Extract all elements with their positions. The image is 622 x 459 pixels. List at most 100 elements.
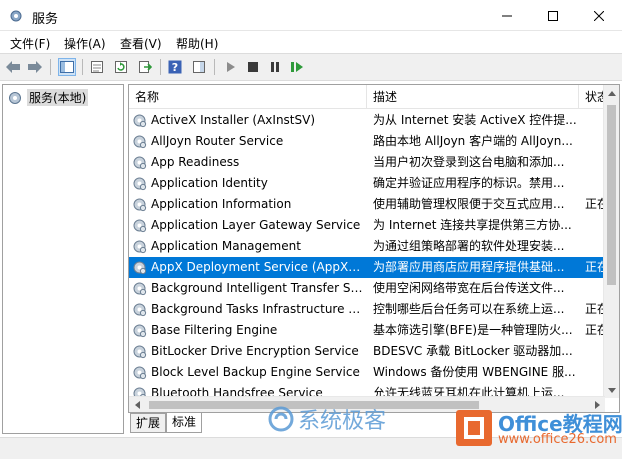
console-tree: 服务(本地) xyxy=(2,84,124,434)
play-icon xyxy=(227,62,235,72)
maximize-button[interactable] xyxy=(530,0,576,31)
service-description: 当用户初次登录到这台电脑和添加... xyxy=(373,155,565,169)
service-description: 确定并验证应用程序的标识。禁用... xyxy=(373,176,565,190)
export-icon xyxy=(139,61,152,73)
help-icon: ? xyxy=(168,60,182,74)
office-logo-icon xyxy=(456,410,492,446)
vertical-scroll-thumb[interactable] xyxy=(607,105,616,285)
table-row[interactable]: Base Filtering Engine 基本筛选引擎(BFE)是一种管理防火.… xyxy=(129,320,609,341)
service-description: 路由本地 AllJoyn 客户端的 AllJoyn... xyxy=(373,134,573,148)
brand-url: www.office26.com xyxy=(498,432,617,447)
table-row[interactable]: Application Information 使用辅助管理权限便于交互式应用..… xyxy=(129,194,609,215)
service-gear-icon xyxy=(133,114,147,128)
table-row[interactable]: App Readiness 当用户初次登录到这台电脑和添加... xyxy=(129,152,605,173)
menu-view[interactable]: 查看(V) xyxy=(120,35,162,52)
table-row[interactable]: Background Intelligent Transfer Se... 使用空… xyxy=(129,278,605,299)
menu-action[interactable]: 操作(A) xyxy=(64,35,106,52)
service-description: 控制哪些后台任务可以在系统上运... xyxy=(373,302,565,316)
tree-item-services-local[interactable]: 服务(本地) xyxy=(7,89,89,106)
show-hide-console-tree-button[interactable] xyxy=(58,58,76,76)
services-list: 名称 描述 状态 ActiveX Installer (AxInstSV) 为从 … xyxy=(128,84,620,413)
scroll-left-arrow[interactable] xyxy=(129,397,145,412)
scroll-up-arrow[interactable] xyxy=(604,85,619,101)
column-header-name[interactable]: 名称 xyxy=(129,85,367,109)
service-name: Application Information xyxy=(151,197,292,211)
service-name: Background Intelligent Transfer Se... xyxy=(151,281,366,295)
restart-icon xyxy=(291,62,303,72)
minimize-button[interactable] xyxy=(484,0,530,31)
tree-item-label: 服务(本地) xyxy=(27,89,89,106)
table-row[interactable]: Block Level Backup Engine Service Windows… xyxy=(129,362,605,383)
service-name: ActiveX Installer (AxInstSV) xyxy=(151,113,316,127)
service-description: Windows 备份使用 WBENGINE 服... xyxy=(373,365,576,379)
brand-watermark: Office教程网 www.office26.com xyxy=(456,406,622,456)
start-service-button[interactable] xyxy=(222,58,240,76)
service-description: 为通过组策略部署的软件处理安装... xyxy=(373,239,565,253)
table-row[interactable]: Background Tasks Infrastructure S... 控制哪些… xyxy=(129,299,609,320)
table-row[interactable]: Application Management 为通过组策略部署的软件处理安装... xyxy=(129,236,605,257)
service-gear-icon xyxy=(133,324,147,338)
window-title: 服务 xyxy=(32,12,59,27)
close-button[interactable] xyxy=(576,0,622,31)
chevron-down-icon xyxy=(608,387,616,393)
forward-arrow-icon xyxy=(28,61,42,73)
service-gear-icon xyxy=(133,261,147,275)
service-description: BDESVC 承载 BitLocker 驱动器加... xyxy=(373,344,573,358)
table-row[interactable]: Application Identity 确定并验证应用程序的标识。禁用... xyxy=(129,173,605,194)
table-row[interactable]: BitLocker Drive Encryption Service BDESVC… xyxy=(129,341,605,362)
service-gear-icon xyxy=(133,303,147,317)
service-gear-icon xyxy=(133,219,147,233)
service-description: 为部署应用商店应用程序提供基础... xyxy=(373,260,565,274)
refresh-button[interactable] xyxy=(112,58,130,76)
minimize-icon xyxy=(502,15,512,16)
list-view-icon xyxy=(91,61,103,73)
stop-icon xyxy=(248,62,258,72)
pause-service-button[interactable] xyxy=(266,58,284,76)
vertical-scrollbar[interactable] xyxy=(603,85,619,398)
properties-list-button[interactable] xyxy=(88,58,106,76)
table-row[interactable]: Application Layer Gateway Service 为 Inter… xyxy=(129,215,605,236)
tab-standard[interactable]: 标准 xyxy=(166,413,203,433)
back-arrow-icon xyxy=(6,61,20,73)
show-action-pane-button[interactable] xyxy=(190,58,208,76)
stop-service-button[interactable] xyxy=(244,58,262,76)
service-gear-icon xyxy=(133,282,147,296)
service-description: 使用空闲网络带宽在后台传送文件... xyxy=(373,281,565,295)
close-icon xyxy=(594,10,604,21)
help-button[interactable]: ? xyxy=(166,58,184,76)
pause-icon xyxy=(271,62,279,72)
service-name: Block Level Backup Engine Service xyxy=(151,365,360,379)
back-button[interactable] xyxy=(4,58,22,76)
menu-file[interactable]: 文件(F) xyxy=(10,35,50,52)
service-gear-icon xyxy=(133,240,147,254)
service-gear-icon xyxy=(133,345,147,359)
service-name: AppX Deployment Service (AppXS... xyxy=(151,260,366,274)
table-row[interactable]: AllJoyn Router Service 路由本地 AllJoyn 客户端的 … xyxy=(129,131,605,152)
service-gear-icon xyxy=(133,198,147,212)
export-list-button[interactable] xyxy=(136,58,154,76)
watermark-text: 系统极客 xyxy=(298,409,387,434)
service-name: App Readiness xyxy=(151,155,240,169)
forward-button[interactable] xyxy=(26,58,44,76)
service-name: Base Filtering Engine xyxy=(151,323,278,337)
service-gear-icon xyxy=(133,156,147,170)
column-header-description[interactable]: 描述 xyxy=(367,85,579,109)
tab-extended[interactable]: 扩展 xyxy=(130,413,167,433)
table-row[interactable]: ActiveX Installer (AxInstSV) 为从 Internet … xyxy=(129,110,605,131)
watermark-logo-icon xyxy=(268,406,294,432)
services-gear-icon xyxy=(9,91,21,104)
service-description: 为 Internet 连接共享提供第三方协... xyxy=(373,218,572,232)
toolbar: ? xyxy=(0,53,622,81)
service-name: Application Identity xyxy=(151,176,268,190)
console-tree-icon xyxy=(60,61,74,73)
service-name: Background Tasks Infrastructure S... xyxy=(151,302,366,316)
menu-help[interactable]: 帮助(H) xyxy=(176,35,218,52)
table-row[interactable]: AppX Deployment Service (AppXS... 为部署应用商店… xyxy=(129,257,609,278)
restart-service-button[interactable] xyxy=(288,58,306,76)
service-name: Application Layer Gateway Service xyxy=(151,218,361,232)
service-gear-icon xyxy=(133,135,147,149)
scroll-down-arrow[interactable] xyxy=(604,382,619,398)
title-bar: 服务 xyxy=(0,0,622,31)
menu-bar: 文件(F) 操作(A) 查看(V) 帮助(H) xyxy=(0,31,622,53)
chevron-left-icon xyxy=(134,401,140,409)
